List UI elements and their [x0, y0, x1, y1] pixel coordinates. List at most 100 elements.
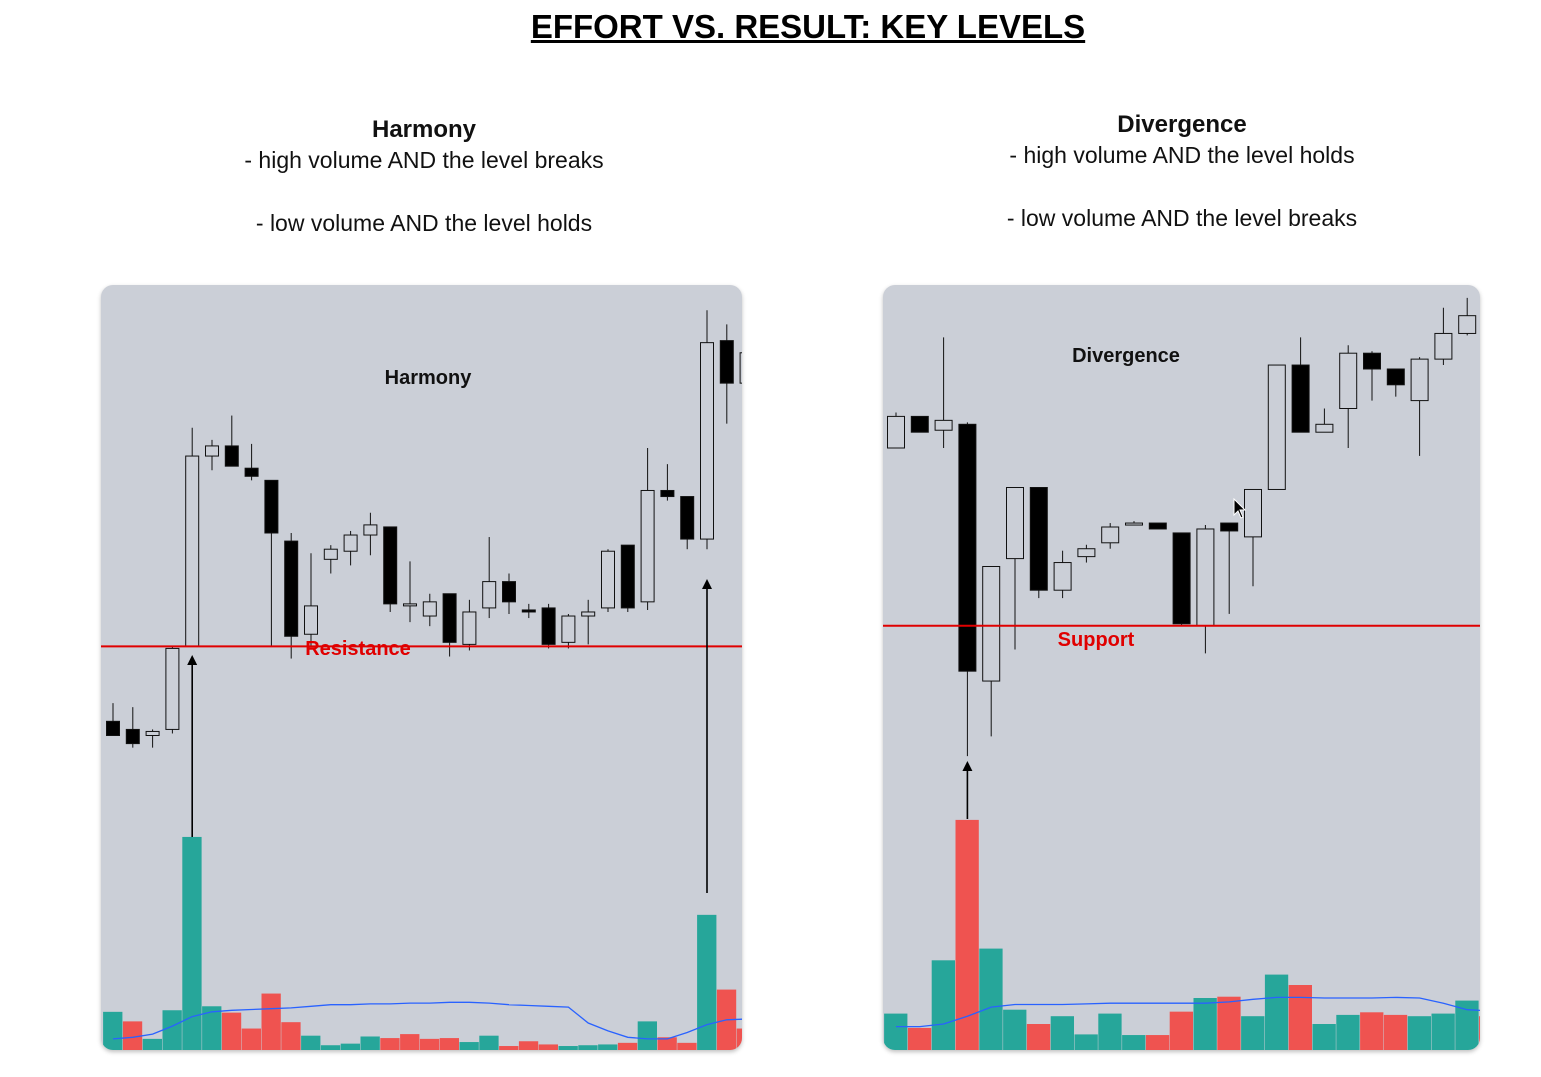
candle-body: [1363, 352, 1381, 370]
volume-bar: [261, 993, 281, 1050]
page-title: EFFORT VS. RESULT: KEY LEVELS: [530, 8, 1086, 45]
volume-bar: [1479, 1016, 1480, 1050]
volume-bar: [677, 1042, 697, 1050]
volume-arrow: [962, 761, 973, 819]
candle-body: [1291, 364, 1310, 433]
candle: [422, 593, 437, 627]
candle-body: [1410, 358, 1429, 402]
volume-bar: [340, 1043, 360, 1050]
volume-bar: [1336, 1014, 1360, 1050]
candle: [383, 526, 398, 612]
volume-arrow: [187, 655, 198, 837]
candle: [640, 447, 655, 610]
arrow-head-icon: [962, 761, 973, 771]
candle: [1244, 488, 1262, 587]
candle-body: [363, 524, 378, 536]
volume-bar: [221, 1012, 242, 1050]
candle: [205, 439, 219, 471]
volume-bar: [931, 960, 955, 1050]
candle-body: [982, 566, 1001, 682]
candle: [264, 479, 279, 647]
candle: [680, 496, 695, 550]
volume-bar: [360, 1036, 380, 1050]
candle: [1172, 532, 1191, 626]
volume-bar: [380, 1038, 400, 1050]
candle-body: [958, 423, 977, 672]
volume-bar: [1098, 1013, 1122, 1050]
candle-body: [1006, 487, 1024, 560]
volume-bar: [1312, 1024, 1336, 1050]
volume-bar: [419, 1038, 440, 1050]
candle-body: [887, 415, 905, 449]
candle: [363, 512, 378, 556]
candle: [1315, 408, 1334, 433]
divergence-description: Divergence - high volume AND the level h…: [937, 110, 1427, 234]
volume-bar: [907, 1027, 932, 1050]
volume-bar: [479, 1035, 499, 1050]
candle-body: [521, 609, 536, 613]
candle: [620, 544, 635, 612]
divergence-chart: Support Divergence: [883, 297, 1480, 1050]
candle: [601, 549, 615, 612]
arrow-head-icon: [187, 655, 198, 665]
candle-body: [680, 496, 695, 540]
candle-body: [581, 611, 596, 617]
volume-bar: [103, 1011, 123, 1050]
volume-bar: [1003, 1009, 1027, 1050]
candle: [462, 599, 477, 651]
candle: [304, 553, 318, 647]
divergence-rule-2: - low volume AND the level breaks: [1006, 205, 1358, 231]
candle-body: [601, 550, 615, 609]
volume-bar: [301, 1035, 321, 1050]
candle: [1386, 368, 1405, 397]
candle: [910, 415, 929, 433]
candle: [719, 324, 734, 424]
candle: [1220, 522, 1239, 614]
candle-body: [660, 489, 675, 498]
harmony-chart-panel: Resistance Harmony: [101, 285, 742, 1050]
volume-bar: [142, 1038, 162, 1050]
volume-bar: [400, 1034, 420, 1050]
volume-bar: [598, 1044, 618, 1050]
candle-body: [1315, 423, 1334, 433]
volume-bar: [1193, 998, 1217, 1050]
divergence-rule-1: - high volume AND the level holds: [1009, 142, 1355, 168]
candle: [1125, 521, 1143, 526]
candle-body: [482, 581, 497, 609]
volume-bar: [1383, 1014, 1408, 1050]
candle-body: [502, 581, 516, 603]
candle: [541, 603, 556, 649]
volume-bar: [459, 1042, 479, 1050]
volume-bar: [1050, 1016, 1074, 1050]
volume-bar: [320, 1045, 341, 1050]
level-label: Resistance: [305, 638, 411, 660]
candle: [561, 614, 576, 649]
volume-bar: [1122, 1035, 1146, 1050]
candle: [185, 427, 200, 647]
candle-body: [224, 445, 239, 467]
arrow-head-icon: [702, 579, 712, 589]
candle-body: [1458, 315, 1477, 334]
candle-body: [1172, 532, 1191, 625]
volume-bar: [578, 1045, 598, 1050]
mouse-cursor-icon: [1233, 497, 1247, 525]
volume-bars: [103, 836, 742, 1050]
candle: [660, 464, 675, 501]
harmony-rule-2: - low volume AND the level holds: [255, 210, 593, 236]
harmony-chart: Resistance Harmony: [101, 310, 742, 1050]
volume-bar: [518, 1041, 539, 1050]
candle-body: [739, 352, 742, 384]
volume-bar: [499, 1046, 519, 1050]
candle-body: [1386, 368, 1405, 386]
candle-body: [205, 445, 219, 457]
volume-bar: [439, 1038, 459, 1050]
candle-body: [462, 611, 477, 645]
volume-bar: [955, 819, 979, 1050]
divergence-chart-panel: Support Divergence: [883, 285, 1480, 1050]
volume-bar: [1074, 1034, 1098, 1050]
candle-body: [1434, 332, 1453, 360]
chart-title: Harmony: [385, 367, 473, 389]
volume-bar: [1169, 1011, 1193, 1050]
candle-body: [1267, 364, 1286, 490]
candle: [1291, 337, 1310, 433]
